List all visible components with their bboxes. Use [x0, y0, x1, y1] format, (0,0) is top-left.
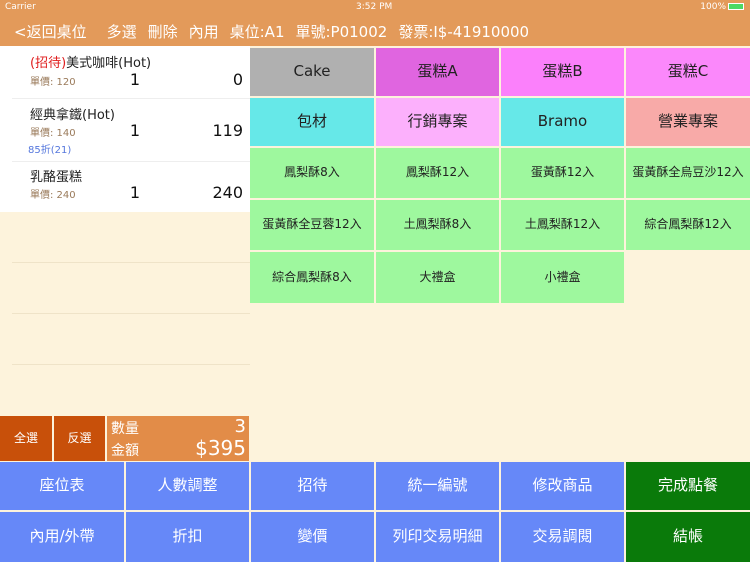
item-price: 單價: 140	[30, 128, 76, 139]
item-price: 單價: 240	[30, 190, 76, 201]
action-button[interactable]: 內用/外帶	[0, 512, 124, 562]
back-button[interactable]: <返回桌位	[14, 21, 87, 42]
item-price: 單價: 120	[30, 77, 76, 88]
carrier-label: Carrier	[5, 2, 36, 12]
product-button[interactable]: 綜合鳳梨酥12入	[626, 200, 750, 250]
multi-select-button[interactable]: 多選	[107, 21, 137, 42]
product-button[interactable]: 小禮盒	[501, 252, 624, 303]
order-item[interactable]: 經典拿鐵(Hot) 單價: 140 85折(21) 1 119	[0, 99, 250, 161]
product-button[interactable]: 蛋黃酥全豆蓉12入	[250, 200, 374, 250]
action-button[interactable]: 修改商品	[501, 462, 624, 510]
delete-button[interactable]: 刪除	[148, 21, 178, 42]
action-button[interactable]: 座位表	[0, 462, 124, 510]
action-button[interactable]: 人數調整	[126, 462, 249, 510]
header-bar: Carrier 3:52 PM 100% <返回桌位 多選 刪除 內用 桌位:A…	[0, 0, 750, 46]
item-qty: 1	[129, 121, 141, 140]
order-summary: 數量 3 金額 $395	[107, 416, 249, 461]
action-button[interactable]: 完成點餐	[626, 462, 750, 510]
invert-select-button[interactable]: 反選	[54, 416, 105, 461]
item-amount: 119	[212, 121, 243, 140]
category-button[interactable]: 蛋糕A	[376, 48, 499, 96]
product-button[interactable]: 土鳳梨酥12入	[501, 200, 624, 250]
clock: 3:52 PM	[356, 2, 393, 12]
battery-label: 100%	[700, 2, 726, 12]
action-button[interactable]: 變價	[251, 512, 374, 562]
item-amount: 0	[232, 70, 243, 89]
category-button[interactable]: 行銷專案	[376, 98, 499, 146]
action-button[interactable]: 折扣	[126, 512, 249, 562]
product-button[interactable]: 大禮盒	[376, 252, 499, 303]
product-button[interactable]: 鳳梨酥8入	[250, 148, 374, 198]
item-amount: 240	[212, 183, 243, 202]
action-button[interactable]: 列印交易明細	[376, 512, 499, 562]
category-button[interactable]: 包材	[250, 98, 374, 146]
complimentary-tag: (招待)	[30, 56, 67, 71]
select-all-button[interactable]: 全選	[0, 416, 52, 461]
product-button[interactable]: 土鳳梨酥8入	[376, 200, 499, 250]
category-button[interactable]: Bramo	[501, 98, 624, 146]
product-button[interactable]: 綜合鳳梨酥8入	[250, 252, 374, 303]
category-button[interactable]: 營業專案	[626, 98, 750, 146]
battery-icon	[728, 3, 744, 10]
category-button[interactable]: Cake	[250, 48, 374, 96]
item-discount: 85折(21)	[28, 145, 72, 156]
product-button[interactable]: 蛋黃酥12入	[501, 148, 624, 198]
dine-in-button[interactable]: 內用	[189, 21, 219, 42]
product-button[interactable]: 鳳梨酥12入	[376, 148, 499, 198]
invoice-number: 發票:I$-41910000	[398, 23, 530, 41]
product-button[interactable]: 蛋黃酥全烏豆沙12入	[626, 148, 750, 198]
order-item[interactable]: (招待)美式咖啡(Hot) 單價: 120 1 0	[0, 46, 250, 98]
order-list: (招待)美式咖啡(Hot) 單價: 120 1 0 經典拿鐵(Hot) 單價: …	[0, 46, 250, 212]
item-qty: 1	[129, 70, 141, 89]
amount-label: 金額	[111, 443, 139, 459]
category-button[interactable]: 蛋糕C	[626, 48, 750, 96]
category-button[interactable]: 蛋糕B	[501, 48, 624, 96]
order-number: 單號:P01002	[295, 23, 388, 41]
item-name: 美式咖啡(Hot)	[66, 56, 152, 71]
total-amount: $395	[195, 436, 246, 460]
total-qty: 3	[234, 416, 246, 437]
order-item[interactable]: 乳酪蛋糕 單價: 240 1 240	[0, 162, 250, 212]
action-button[interactable]: 交易調閱	[501, 512, 624, 562]
item-qty: 1	[129, 183, 141, 202]
item-name: 經典拿鐵(Hot)	[30, 108, 115, 123]
action-button[interactable]: 統一編號	[376, 462, 499, 510]
qty-label: 數量	[111, 421, 139, 437]
action-button[interactable]: 結帳	[626, 512, 750, 562]
item-name: 乳酪蛋糕	[30, 170, 83, 185]
table-label: 桌位:A1	[229, 23, 285, 41]
action-button[interactable]: 招待	[251, 462, 374, 510]
